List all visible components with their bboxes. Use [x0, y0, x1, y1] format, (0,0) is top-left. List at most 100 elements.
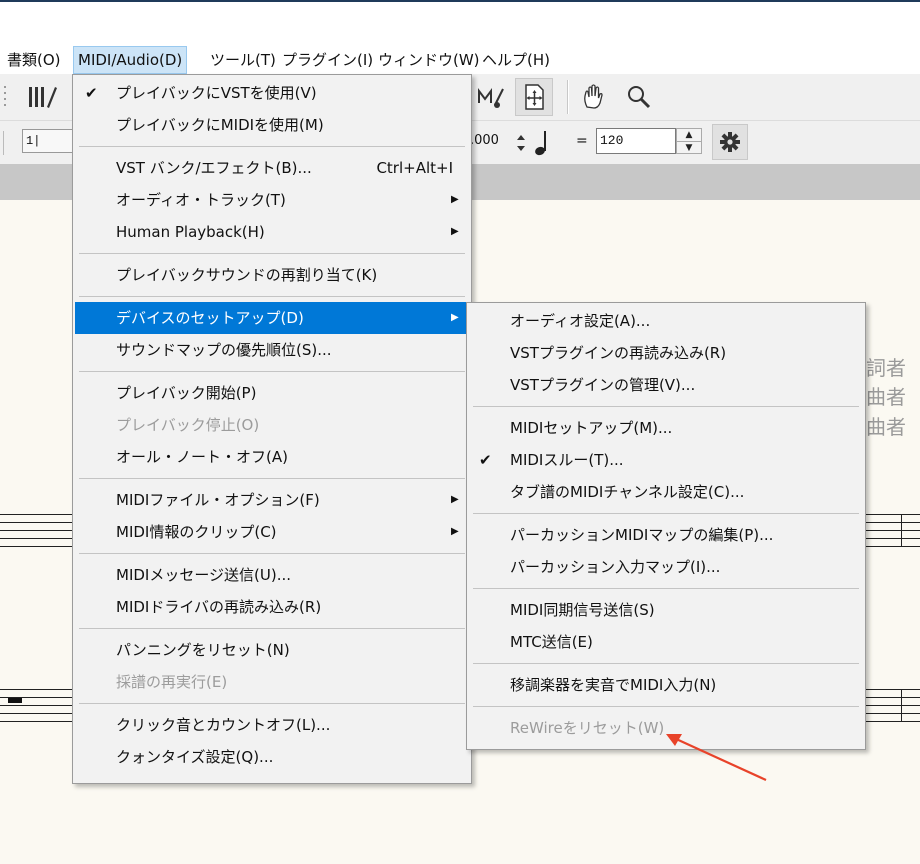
- menu-item-label: MIDI情報のクリップ(C): [116, 523, 277, 541]
- menu-item-label: ReWireをリセット(W): [510, 719, 665, 737]
- spin-down-icon[interactable]: ▼: [677, 142, 701, 154]
- credit-arranger: 曲者: [866, 415, 906, 439]
- menu-item-オール・ノート・オフ[interactable]: オール・ノート・オフ(A): [75, 441, 469, 473]
- menu-separator: [79, 628, 465, 629]
- menu-item-label: Human Playback(H): [116, 223, 265, 241]
- menu-item-プレイバック停止: プレイバック停止(O): [75, 409, 469, 441]
- menu-item-label: MIDIセットアップ(M)...: [510, 419, 673, 437]
- menu-item-パーカッションmidiマップの編集[interactable]: パーカッションMIDIマップの編集(P)...: [469, 519, 863, 551]
- staff-line: [866, 721, 920, 722]
- settings-gear-icon[interactable]: [712, 124, 748, 160]
- menu-item-midiセットアップ[interactable]: MIDIセットアップ(M)...: [469, 412, 863, 444]
- menu-item-label: クォンタイズ設定(Q)...: [116, 748, 274, 766]
- submenu-arrow-icon: ▶: [451, 494, 459, 505]
- menu-item-パーカッション入力マップ[interactable]: パーカッション入力マップ(I)...: [469, 551, 863, 583]
- menu-item-label: パーカッション入力マップ(I)...: [510, 558, 721, 576]
- menubar-item-5[interactable]: ヘルプ(H): [478, 46, 554, 74]
- menu-item-midiファイル・オプション[interactable]: MIDIファイル・オプション(F) ▶: [75, 484, 469, 516]
- menu-item-デバイスのセットアップ[interactable]: デバイスのセットアップ(D) ▶: [75, 302, 469, 334]
- menubar-item-3[interactable]: プラグイン(I): [278, 46, 377, 74]
- page-layout-icon[interactable]: [515, 78, 553, 116]
- zoom-icon[interactable]: [620, 78, 658, 116]
- menubar-item-0[interactable]: 書類(O): [3, 46, 65, 74]
- menu-item-label: オーディオ設定(A)...: [510, 312, 651, 330]
- submenu-arrow-icon: ▶: [451, 526, 459, 537]
- menubar-item-4[interactable]: ウィンドウ(W): [374, 46, 484, 74]
- menu-item-vstプラグインの管理[interactable]: VSTプラグインの管理(V)...: [469, 369, 863, 401]
- menu-item-label: オーディオ・トラック(T): [116, 191, 286, 209]
- submenu-arrow-icon: ▶: [451, 226, 459, 237]
- midi-audio-menu: ✔ プレイバックにVSTを使用(V) プレイバックにMIDIを使用(M) VST バン…: [72, 74, 472, 784]
- staff-line: [866, 538, 920, 539]
- menu-item-label: プレイバック停止(O): [116, 416, 260, 434]
- tempo-spinner[interactable]: ▲ ▼: [676, 128, 702, 154]
- staff-line: [866, 705, 920, 706]
- menu-item-クリック音とカウントオフ[interactable]: クリック音とカウントオフ(L)...: [75, 709, 469, 741]
- menu-item-プレイバックサウンドの再割り当て[interactable]: プレイバックサウンドの再割り当て(K): [75, 259, 469, 291]
- menu-item-label: プレイバックにMIDIを使用(M): [116, 116, 324, 134]
- menu-item-label: デバイスのセットアップ(D): [116, 309, 304, 327]
- tempo-input[interactable]: 120: [596, 128, 676, 154]
- menu-item-サウンドマップの優先順位[interactable]: サウンドマップの優先順位(S)...: [75, 334, 469, 366]
- menu-item-human-playback[interactable]: Human Playback(H) ▶: [75, 216, 469, 248]
- submenu-arrow-icon: ▶: [451, 312, 459, 323]
- checkmark-icon: ✔: [85, 84, 98, 102]
- tempo-unit-stepper-icon[interactable]: [516, 131, 526, 155]
- menu-separator: [79, 253, 465, 254]
- spin-up-icon[interactable]: ▲: [677, 129, 701, 142]
- staff-line: [0, 538, 72, 539]
- menu-item-label: 移調楽器を実音でMIDI入力(N): [510, 676, 717, 694]
- menu-item-クォンタイズ設定[interactable]: クォンタイズ設定(Q)...: [75, 741, 469, 773]
- menu-separator: [79, 553, 465, 554]
- menu-item-midiメッセージ送信[interactable]: MIDIメッセージ送信(U)...: [75, 559, 469, 591]
- quarter-note-icon: [532, 127, 552, 157]
- menu-item-label: プレイバックサウンドの再割り当て(K): [116, 266, 378, 284]
- menu-item-shortcut: Ctrl+Alt+I: [376, 159, 453, 177]
- menu-item-mtc送信[interactable]: MTC送信(E): [469, 626, 863, 658]
- position-counter[interactable]: 1| 1|00: [22, 129, 74, 153]
- menu-item-プレイバック開始[interactable]: プレイバック開始(P): [75, 377, 469, 409]
- staff-line: [866, 522, 920, 523]
- menu-item-label: パーカッションMIDIマップの編集(P)...: [510, 526, 774, 544]
- menu-item-midi情報のクリップ[interactable]: MIDI情報のクリップ(C) ▶: [75, 516, 469, 548]
- menu-separator: [79, 296, 465, 297]
- menu-item-オーディオ設定[interactable]: オーディオ設定(A)...: [469, 305, 863, 337]
- menu-item-vst-バンク-エフェクト[interactable]: VST バンク/エフェクト(B)... Ctrl+Alt+I: [75, 152, 469, 184]
- menu-item-パンニングをリセット[interactable]: パンニングをリセット(N): [75, 634, 469, 666]
- menu-item-label: MIDIドライバの再読み込み(R): [116, 598, 322, 616]
- menu-separator: [79, 703, 465, 704]
- title-area: [0, 2, 920, 46]
- menu-item-midiドライバの再読み込み[interactable]: MIDIドライバの再読み込み(R): [75, 591, 469, 623]
- menu-item-タブ譜のmidiチャンネル設定[interactable]: タブ譜のMIDIチャンネル設定(C)...: [469, 476, 863, 508]
- menubar-item-2[interactable]: ツール(T): [206, 46, 280, 74]
- menu-item-プレイバックにvstを使用[interactable]: ✔ プレイバックにVSTを使用(V): [75, 77, 469, 109]
- tempo-fraction: .000: [470, 133, 499, 148]
- menu-separator: [473, 588, 859, 589]
- staff-line: [0, 705, 72, 706]
- staff-line: [0, 530, 72, 531]
- menu-item-label: 採譜の再実行(E): [116, 673, 228, 691]
- staff-line: [866, 689, 920, 690]
- annotation-arrow-icon: [666, 734, 767, 782]
- keyboard-icon[interactable]: [22, 78, 60, 116]
- menu-item-vstプラグインの再読み込み[interactable]: VSTプラグインの再読み込み(R): [469, 337, 863, 369]
- whole-rest: [8, 698, 22, 703]
- menu-item-移調楽器を実音でmidi入力[interactable]: 移調楽器を実音でMIDI入力(N): [469, 669, 863, 701]
- menubar-item-1[interactable]: MIDI/Audio(D): [73, 46, 188, 74]
- menu-item-label: MTC送信(E): [510, 633, 593, 651]
- menu-item-プレイバックにmidiを使用[interactable]: プレイバックにMIDIを使用(M): [75, 109, 469, 141]
- menu-item-label: MIDI同期信号送信(S): [510, 601, 655, 619]
- menu-item-label: VSTプラグインの管理(V)...: [510, 376, 696, 394]
- staff-line: [866, 697, 920, 698]
- note-tool-icon[interactable]: [470, 78, 508, 116]
- menu-item-label: MIDIスルー(T)...: [510, 451, 624, 469]
- hand-tool-icon[interactable]: [574, 78, 612, 116]
- menu-item-オーディオ・トラック[interactable]: オーディオ・トラック(T) ▶: [75, 184, 469, 216]
- menu-item-midiスルー[interactable]: ✔ MIDIスルー(T)...: [469, 444, 863, 476]
- staff-line: [0, 546, 72, 547]
- barline: [901, 514, 902, 547]
- menu-item-midi同期信号送信[interactable]: MIDI同期信号送信(S): [469, 594, 863, 626]
- device-setup-submenu: オーディオ設定(A)... VSTプラグインの再読み込み(R) VSTプラグインの管…: [466, 302, 866, 750]
- menu-item-label: タブ譜のMIDIチャンネル設定(C)...: [510, 483, 745, 501]
- menu-item-採譜の再実行: 採譜の再実行(E): [75, 666, 469, 698]
